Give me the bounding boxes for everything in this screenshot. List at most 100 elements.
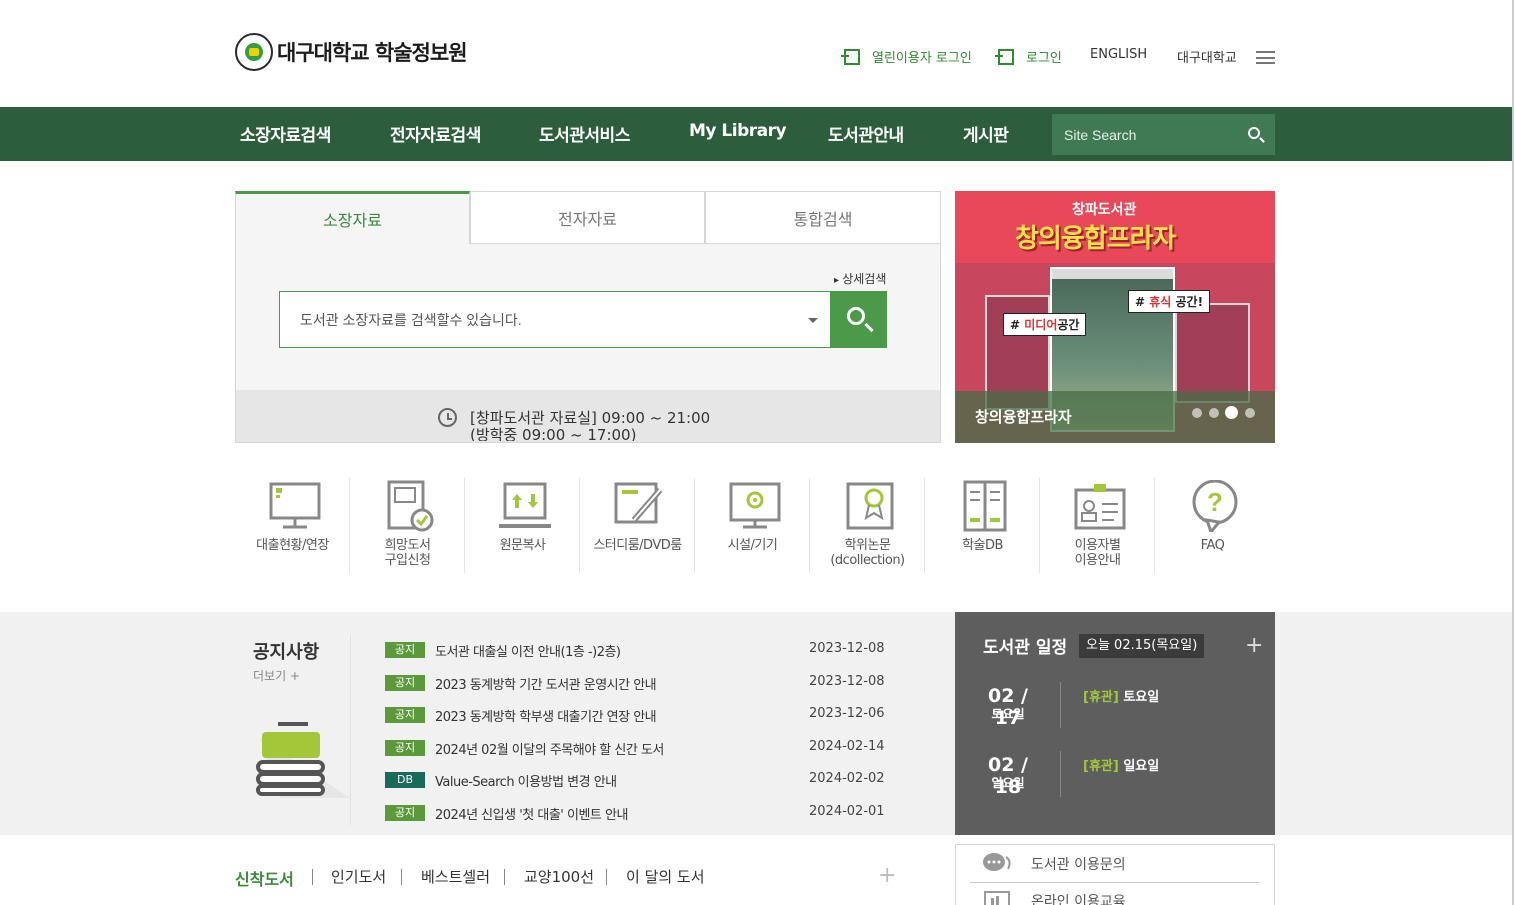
books-more-button[interactable]: + <box>878 863 896 888</box>
notice-item-title: 2023 동계방학 기간 도서관 운영시간 안내 <box>435 678 657 693</box>
open-user-login-link[interactable]: 열린이용자 로그인 <box>841 47 972 66</box>
monitor-gear-icon <box>729 482 781 529</box>
slide-dot-4[interactable] <box>1245 408 1255 418</box>
login-link[interactable]: 로그인 <box>995 47 1062 66</box>
tab-popular-books[interactable]: 인기도서 <box>331 866 386 887</box>
quick-menu-user-guide[interactable]: 이용자별 이용안내 <box>1040 478 1155 573</box>
notice-item[interactable]: 공지 2023 동계방학 기간 도서관 운영시간 안내 2023-12-08 <box>385 673 895 693</box>
banner-caption: 창의융합프라자 <box>975 408 1072 426</box>
quick-menu-label: FAQ <box>1200 538 1225 553</box>
nav-item-my-library[interactable]: My Library <box>689 121 787 141</box>
quick-menu-copy[interactable]: 원문복사 <box>465 478 580 573</box>
inquiry-divider <box>970 882 1259 883</box>
tab-liberal-arts-100[interactable]: 교양100선 <box>524 866 594 887</box>
notice-item[interactable]: 공지 2024년 02월 이달의 주목해야 할 신간 도서 2024-02-14 <box>385 738 895 758</box>
notice-item-date: 2024-02-14 <box>809 739 885 754</box>
schedule-event-day: 일요일 <box>991 776 1025 790</box>
notice-item-date: 2024-02-01 <box>809 804 885 819</box>
holdings-search-input[interactable] <box>300 309 790 331</box>
site-search-box <box>1052 114 1275 155</box>
schedule-title: 도서관 일정 <box>983 638 1068 658</box>
nav-item-e-resources[interactable]: 전자자료검색 <box>390 121 481 146</box>
notice-item-date: 2023-12-08 <box>809 674 885 689</box>
nav-item-holdings-search[interactable]: 소장자료검색 <box>240 121 331 146</box>
tab-separator <box>504 869 505 885</box>
slide-dot-2[interactable] <box>1209 408 1219 418</box>
inquiry-link[interactable]: 도서관 이용문의 <box>1031 854 1126 874</box>
banner-tag-media: # 미디어공간 <box>1003 313 1087 336</box>
tab-new-books[interactable]: 신착도서 <box>235 866 294 890</box>
advanced-search-link[interactable]: 상세검색 <box>834 270 886 287</box>
quick-menu-label: 원문복사 <box>499 538 546 553</box>
quick-menu-loan-status[interactable]: 대출현황/연장 <box>235 478 350 573</box>
notice-item[interactable]: 공지 2023 동계방학 학부생 대출기간 연장 안내 2023-12-06 <box>385 705 895 725</box>
tab-separator <box>401 869 402 885</box>
holdings-search-field <box>279 291 831 348</box>
schedule-today: 오늘 02.15(목요일) <box>1079 634 1205 658</box>
tab-bestsellers[interactable]: 베스트셀러 <box>421 866 490 887</box>
notice-item[interactable]: DB Value-Search 이용방법 변경 안내 2024-02-02 <box>385 770 895 790</box>
quick-menu-study-room[interactable]: 스터디룸/DVD룸 <box>580 478 695 573</box>
tab-book-of-month[interactable]: 이 달의 도서 <box>626 866 705 887</box>
site-search-input[interactable] <box>1064 124 1234 146</box>
quick-menu-label: 학술DB <box>962 538 1003 553</box>
english-link[interactable]: ENGLISH <box>1090 47 1147 62</box>
question-bubble-icon: ? <box>1192 480 1238 532</box>
notice-divider <box>350 635 351 825</box>
monitor-icon <box>269 482 321 529</box>
notice-more-link[interactable]: 더보기 + <box>253 667 300 684</box>
tab-separator <box>312 869 313 885</box>
notice-badge: 공지 <box>385 707 425 723</box>
svg-text:?: ? <box>1207 487 1223 517</box>
notice-item[interactable]: 공지 2024년 신입생 '첫 대출' 이벤트 안내 2024-02-01 <box>385 803 895 823</box>
notice-item-date: 2023-12-06 <box>809 706 885 721</box>
login-icon <box>995 48 1014 65</box>
quick-menu-thesis[interactable]: 학위논문 (dcollection) <box>810 478 925 573</box>
schedule-divider <box>1060 682 1061 728</box>
slide-dot-3[interactable] <box>1225 406 1238 419</box>
notice-badge: DB <box>385 772 425 788</box>
search-icon <box>847 307 865 325</box>
site-logo[interactable]: 대구대학교 학술정보원 <box>235 33 468 71</box>
search-button[interactable] <box>830 291 887 348</box>
quick-menu-label: 시설/기기 <box>727 538 778 553</box>
notice-item-title: 2024년 02월 이달의 주목해야 할 신간 도서 <box>435 743 664 758</box>
quick-menu-label: 희망도서 구입신청 <box>384 538 431 568</box>
nav-item-library-services[interactable]: 도서관서비스 <box>539 121 630 146</box>
tab-e-resources[interactable]: 전자자료 <box>470 191 705 244</box>
notice-badge: 공지 <box>385 740 425 756</box>
quick-menu-facilities[interactable]: 시설/기기 <box>695 478 810 573</box>
schedule-event: [휴관] 일요일 <box>1083 759 1160 774</box>
education-icon <box>984 891 1010 905</box>
banner-title: 창의융합프라자 <box>1015 224 1176 254</box>
online-education-link[interactable]: 온라인 이용교육 <box>1031 891 1126 905</box>
schedule-event-day: 토요일 <box>991 707 1025 721</box>
notice-item[interactable]: 공지 도서관 대출실 이전 안내(1층 -)2층) 2023-12-08 <box>385 640 895 660</box>
quick-menu-label: 이용자별 이용안내 <box>1074 538 1121 568</box>
notice-badge: 공지 <box>385 675 425 691</box>
university-link[interactable]: 대구대학교 <box>1177 47 1237 66</box>
slide-dot-1[interactable] <box>1192 408 1202 418</box>
login-icon <box>841 48 860 65</box>
quick-menu-faq[interactable]: ? FAQ <box>1155 478 1270 573</box>
site-search-icon[interactable] <box>1248 127 1260 139</box>
nav-item-board[interactable]: 게시판 <box>963 121 1009 146</box>
tab-holdings[interactable]: 소장자료 <box>235 191 470 244</box>
quick-menu-label: 학위논문 (dcollection) <box>830 538 905 568</box>
laptop-arrows-icon <box>499 482 551 528</box>
tab-integrated-search[interactable]: 통합검색 <box>705 191 941 244</box>
notice-badge: 공지 <box>385 642 425 658</box>
banner-tag-rest: # 휴식 공간! <box>1128 290 1211 313</box>
search-option-dropdown-icon[interactable] <box>808 318 818 323</box>
notice-item-title: 2023 동계방학 학부생 대출기간 연장 안내 <box>435 710 657 725</box>
schedule-more-button[interactable]: + <box>1245 633 1263 658</box>
logo-text: 대구대학교 학술정보원 <box>277 41 468 65</box>
nav-item-library-guide[interactable]: 도서관안내 <box>828 121 904 146</box>
certificate-icon <box>846 482 894 530</box>
university-emblem-icon <box>235 33 273 71</box>
books-icon <box>256 722 350 798</box>
hamburger-menu-icon[interactable] <box>1256 51 1275 64</box>
quick-menu-academic-db[interactable]: 학술DB <box>925 478 1040 573</box>
quick-menu-book-request[interactable]: 희망도서 구입신청 <box>350 478 465 573</box>
journal-icon <box>963 480 1007 532</box>
